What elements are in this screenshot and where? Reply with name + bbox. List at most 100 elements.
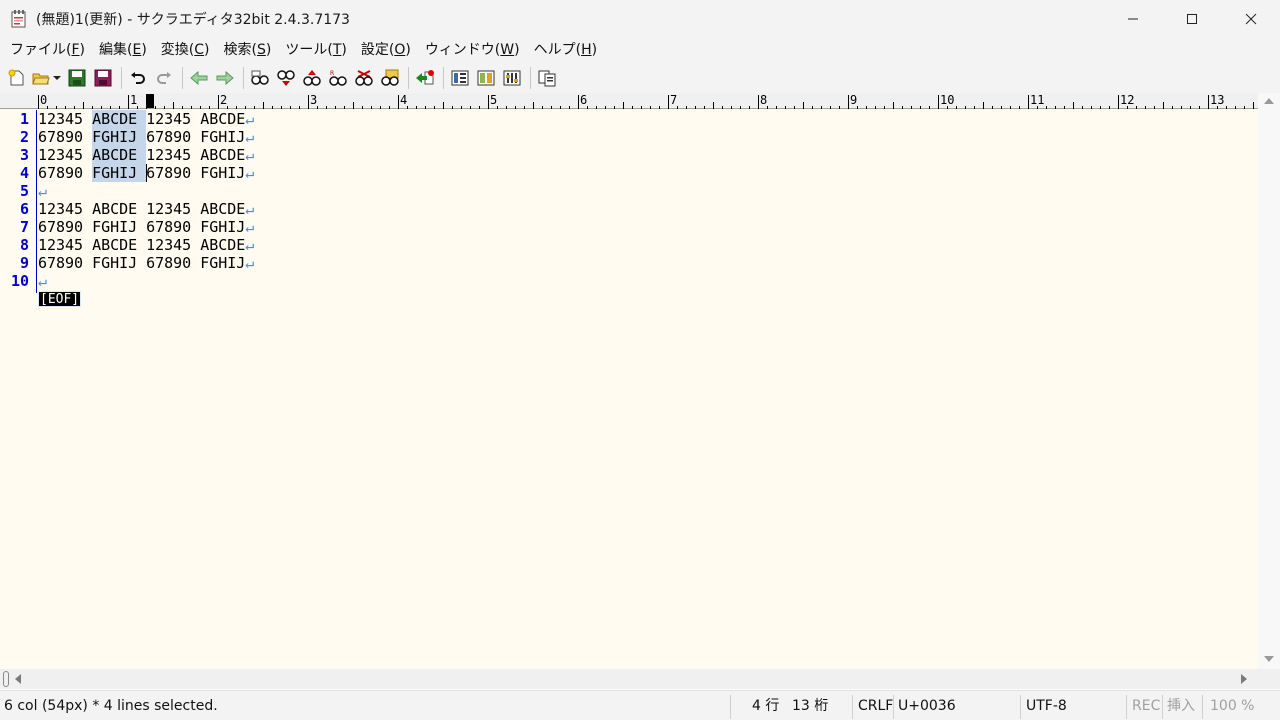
ruler[interactable]: 0 1 2 3 4 5 6 7 8 9 10 11 12 13 bbox=[0, 93, 1258, 109]
open-dropdown-button[interactable] bbox=[51, 66, 63, 90]
toolbar: R bbox=[0, 63, 1280, 93]
status-divider bbox=[1020, 695, 1021, 719]
ruler-label: 6 bbox=[580, 93, 588, 107]
window-list-button[interactable] bbox=[535, 66, 559, 90]
compare-icon bbox=[477, 70, 495, 86]
search-icon bbox=[251, 70, 269, 85]
close-icon bbox=[1245, 13, 1256, 25]
scroll-right-icon bbox=[1241, 674, 1247, 684]
ruler-label: 4 bbox=[400, 93, 408, 107]
settings-icon bbox=[503, 70, 521, 86]
search-prev-icon bbox=[303, 70, 321, 86]
status-divider bbox=[1126, 695, 1127, 719]
line-number: 6 bbox=[19, 200, 29, 218]
open-dropdown-icon bbox=[53, 76, 61, 80]
scroll-up-button[interactable] bbox=[1258, 93, 1280, 109]
line-number: 10 bbox=[10, 272, 29, 290]
jump-back-button[interactable] bbox=[187, 66, 211, 90]
settings-button[interactable] bbox=[500, 66, 524, 90]
open-file-button[interactable] bbox=[31, 66, 51, 90]
status-codepoint: U+0036 bbox=[898, 698, 956, 714]
tag-jump-button[interactable] bbox=[413, 66, 437, 90]
vertical-scroll-thumb[interactable] bbox=[1265, 111, 1273, 651]
newline-mark: ↵ bbox=[245, 218, 255, 236]
line-number-gutter: 1 2 3 4 5 6 7 8 9 10 bbox=[0, 110, 36, 669]
redo-button[interactable] bbox=[152, 66, 176, 90]
menu-settings[interactable]: 設定(O) bbox=[354, 38, 418, 63]
search-button[interactable] bbox=[248, 66, 272, 90]
newline-mark: ↵ bbox=[245, 110, 255, 128]
replace-button[interactable]: R bbox=[326, 66, 350, 90]
status-row: 4 行 bbox=[752, 698, 780, 714]
search-prev-button[interactable] bbox=[300, 66, 324, 90]
status-eol[interactable]: CRLF bbox=[858, 691, 893, 720]
jump-forward-button[interactable] bbox=[213, 66, 237, 90]
ruler-label: 11 bbox=[1030, 93, 1045, 107]
save-all-button[interactable] bbox=[91, 66, 115, 90]
text-line: ↵ bbox=[38, 272, 47, 290]
toolbar-separator bbox=[443, 67, 444, 89]
minimize-button[interactable] bbox=[1103, 0, 1162, 38]
outline-button[interactable] bbox=[448, 66, 472, 90]
clear-highlight-button[interactable] bbox=[352, 66, 376, 90]
status-encoding[interactable]: UTF-8 bbox=[1026, 691, 1067, 720]
menu-file[interactable]: ファイル(F) bbox=[3, 38, 92, 63]
undo-button[interactable] bbox=[126, 66, 150, 90]
horizontal-scroll-thumb[interactable] bbox=[3, 671, 9, 687]
line-number: 9 bbox=[19, 254, 29, 272]
close-button[interactable] bbox=[1221, 0, 1280, 38]
status-divider bbox=[893, 695, 894, 719]
menu-search[interactable]: 検索(S) bbox=[217, 38, 279, 63]
search-next-icon bbox=[277, 70, 295, 86]
line-number: 5 bbox=[19, 182, 29, 200]
jump-forward-icon bbox=[216, 70, 234, 86]
ruler-label: 13 bbox=[1210, 93, 1225, 107]
status-insert-mode[interactable]: 挿入 bbox=[1167, 691, 1195, 720]
scroll-down-button[interactable] bbox=[1258, 651, 1280, 667]
status-divider bbox=[1202, 695, 1203, 719]
newline-mark: ↵ bbox=[245, 164, 255, 182]
toolbar-separator bbox=[408, 67, 409, 89]
ruler-label: 8 bbox=[760, 93, 768, 107]
editor-pane[interactable]: 0 1 2 3 4 5 6 7 8 9 10 11 12 13 1 2 3 4 5 6 7 8 9 10 … bbox=[0, 93, 1258, 669]
status-bar: 6 col (54px) * 4 lines selected. 4 行 13 … bbox=[0, 690, 1280, 720]
grep-icon bbox=[381, 69, 399, 86]
text-line: 12345 ABCDE 12345 ABCDE↵ bbox=[38, 200, 255, 218]
line-number: 4 bbox=[19, 164, 29, 182]
compare-button[interactable] bbox=[474, 66, 498, 90]
ruler-label: 10 bbox=[940, 93, 955, 107]
text-line: 12345 ABCDE 12345 ABCDE↵ bbox=[38, 110, 255, 128]
ruler-ticks bbox=[38, 95, 1254, 109]
text-line: 67890 FGHIJ 67890 FGHIJ↵ bbox=[38, 218, 255, 236]
text-line: 67890 FGHIJ 67890 FGHIJ↵ bbox=[38, 128, 255, 146]
ruler-label: 9 bbox=[850, 93, 858, 107]
vertical-scrollbar[interactable] bbox=[1258, 93, 1280, 669]
menu-window[interactable]: ウィンドウ(W) bbox=[418, 38, 527, 63]
menu-edit[interactable]: 編集(E) bbox=[92, 38, 154, 63]
ruler-label: 2 bbox=[220, 93, 228, 107]
maximize-button[interactable] bbox=[1162, 0, 1221, 38]
ruler-label: 0 bbox=[40, 93, 48, 107]
status-zoom[interactable]: 100 % bbox=[1210, 691, 1254, 720]
search-next-button[interactable] bbox=[274, 66, 298, 90]
newline-mark: ↵ bbox=[245, 236, 255, 254]
text-line: ↵ bbox=[38, 182, 47, 200]
newline-mark: ↵ bbox=[245, 254, 255, 272]
menu-convert[interactable]: 変換(C) bbox=[154, 38, 217, 63]
scroll-right-button[interactable] bbox=[1236, 669, 1252, 689]
ruler-label: 7 bbox=[670, 93, 678, 107]
menu-help[interactable]: ヘルプ(H) bbox=[527, 38, 604, 63]
new-file-button[interactable] bbox=[5, 66, 29, 90]
scroll-left-button[interactable] bbox=[10, 669, 26, 689]
ruler-label: 3 bbox=[310, 93, 318, 107]
status-message: 6 col (54px) * 4 lines selected. bbox=[4, 698, 218, 714]
app-icon[interactable] bbox=[11, 10, 27, 28]
menu-tools[interactable]: ツール(T) bbox=[278, 38, 354, 63]
redo-icon bbox=[157, 72, 171, 84]
grep-button[interactable] bbox=[378, 66, 402, 90]
save-button[interactable] bbox=[65, 66, 89, 90]
newline-mark: ↵ bbox=[245, 146, 255, 164]
ruler-caret-marker bbox=[146, 94, 154, 108]
gutter-divider bbox=[36, 110, 37, 293]
horizontal-scrollbar[interactable] bbox=[0, 669, 1258, 689]
